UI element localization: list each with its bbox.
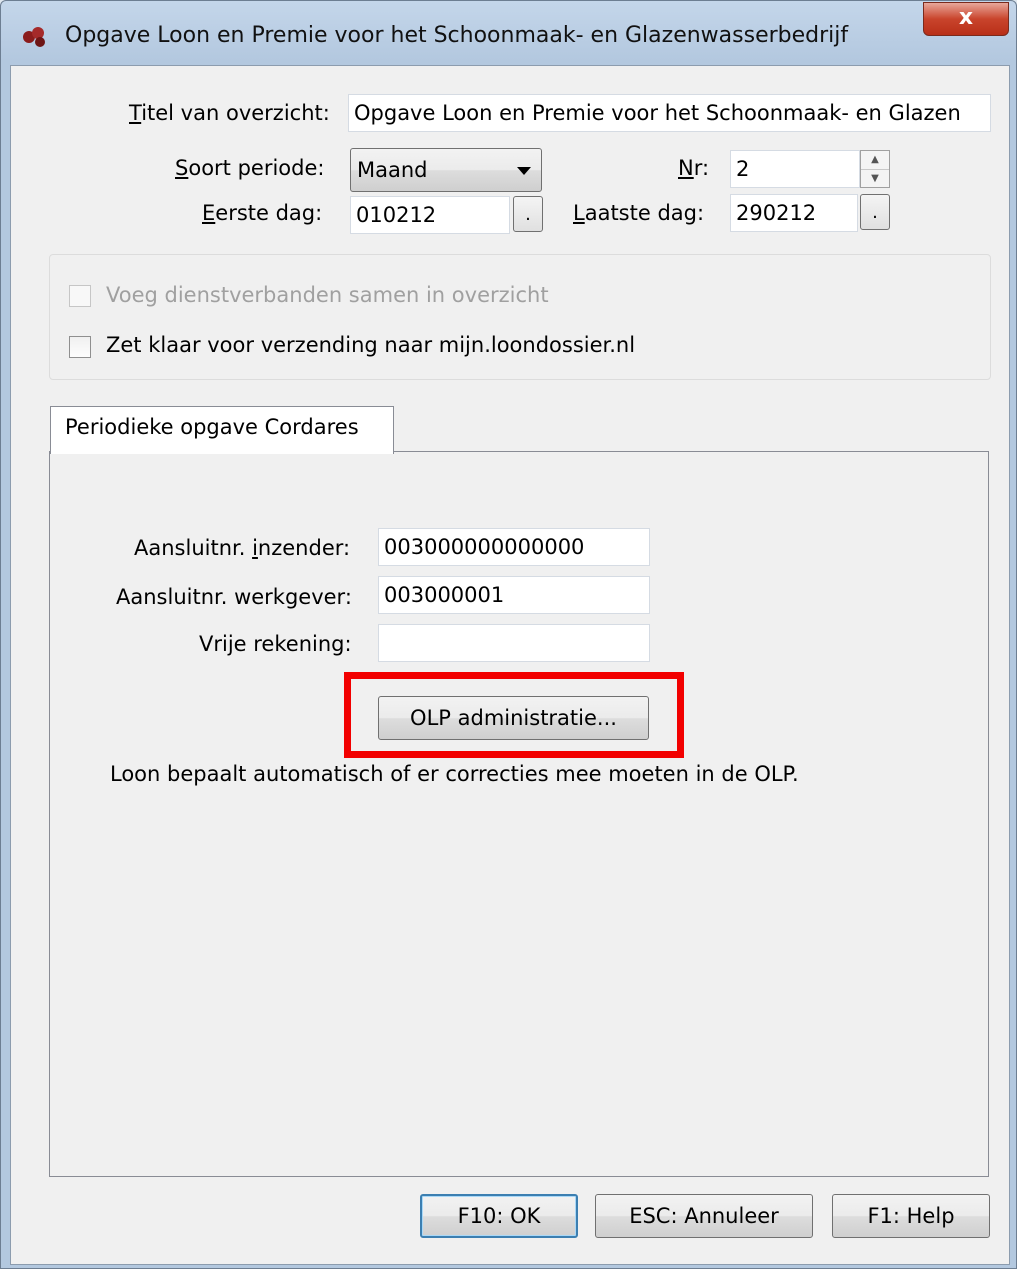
soort-periode-label: Soort periode: (175, 156, 325, 180)
nr-label: Nr: (678, 156, 710, 180)
eerste-dag-input[interactable]: 010212 (350, 196, 510, 234)
help-button[interactable]: F1: Help (832, 1194, 990, 1238)
ok-button[interactable]: F10: OK (420, 1194, 578, 1238)
soort-periode-value: Maand (357, 158, 428, 182)
zet-klaar-checkbox[interactable] (69, 336, 91, 358)
nr-input[interactable]: 2 (730, 150, 860, 188)
info-text: Loon bepaalt automatisch of er correctie… (110, 762, 799, 786)
soort-periode-select[interactable]: Maand (350, 148, 542, 192)
werkgever-input[interactable]: 003000001 (378, 576, 650, 614)
cancel-button[interactable]: ESC: Annuleer (595, 1194, 813, 1238)
dialog-window: Opgave Loon en Premie voor het Schoonmaa… (0, 0, 1017, 1269)
inzender-label: Aansluitnr. inzender: (134, 536, 351, 560)
nr-spinner[interactable]: ▲ ▼ (860, 150, 890, 188)
eerste-dag-label: Eerste dag: (202, 201, 323, 225)
voeg-label: Voeg dienstverbanden samen in overzicht (106, 283, 549, 307)
tab-periodieke-opgave[interactable]: Periodieke opgave Cordares (50, 406, 394, 454)
chevron-down-icon (517, 167, 531, 175)
werkgever-label: Aansluitnr. werkgever: (116, 585, 352, 609)
app-icon (23, 27, 45, 47)
options-group: Voeg dienstverbanden samen in overzicht … (49, 254, 991, 380)
laatste-dag-input[interactable]: 290212 (730, 194, 858, 232)
title-bar[interactable]: Opgave Loon en Premie voor het Schoonmaa… (1, 1, 1016, 65)
vrije-rekening-label: Vrije rekening: (199, 632, 352, 656)
spin-up-icon[interactable]: ▲ (861, 151, 889, 170)
titel-input[interactable]: Opgave Loon en Premie voor het Schoonmaa… (348, 94, 991, 132)
tab-panel: Aansluitnr. inzender: 003000000000000 Aa… (49, 451, 989, 1177)
window-title: Opgave Loon en Premie voor het Schoonmaa… (65, 23, 849, 48)
zet-klaar-label: Zet klaar voor verzending naar mijn.loon… (106, 333, 636, 357)
vrije-rekening-input[interactable] (378, 624, 650, 662)
laatste-dag-picker-button[interactable]: . (860, 194, 890, 230)
close-button[interactable]: x (923, 2, 1009, 36)
laatste-dag-label: Laatste dag: (573, 201, 705, 225)
highlight-box (344, 672, 684, 758)
voeg-checkbox[interactable] (69, 285, 91, 307)
dialog-client: Titel van overzicht: Opgave Loon en Prem… (10, 65, 1010, 1265)
titel-label: Titel van overzicht: (129, 101, 330, 125)
spin-down-icon[interactable]: ▼ (861, 170, 889, 188)
eerste-dag-picker-button[interactable]: . (513, 196, 543, 232)
inzender-input[interactable]: 003000000000000 (378, 528, 650, 566)
